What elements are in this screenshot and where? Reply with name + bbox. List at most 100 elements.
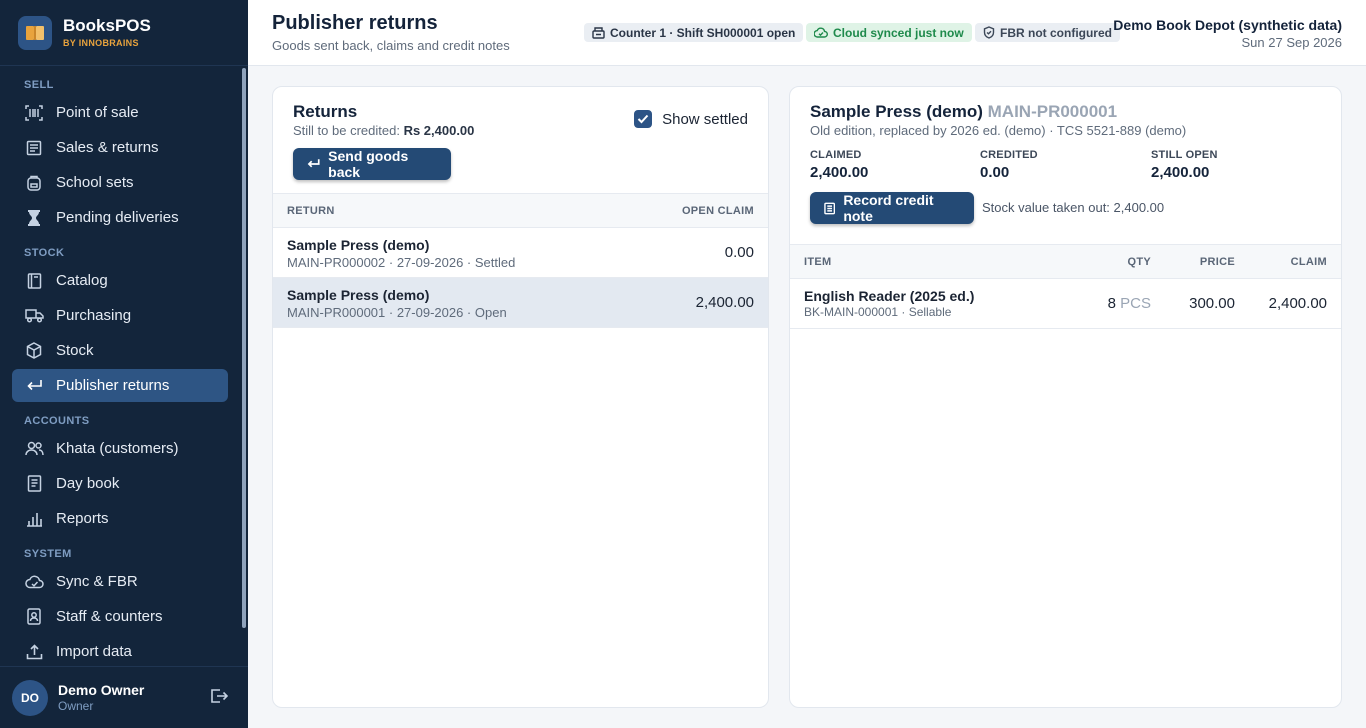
table-row-selected[interactable]: Sample Press (demo) MAIN-PR000001 · 27-0…: [273, 278, 768, 328]
sidebar-item-sync-fbr[interactable]: Sync & FBR: [12, 565, 228, 598]
col-return: RETURN: [287, 205, 335, 217]
sidebar-item-sales-returns[interactable]: Sales & returns: [12, 131, 228, 164]
sidebar-item-point-of-sale[interactable]: Point of sale: [12, 96, 228, 129]
detail-publisher: Sample Press (demo): [810, 102, 983, 121]
avatar[interactable]: DO: [12, 679, 48, 716]
detail-title: Sample Press (demo) MAIN-PR000001: [810, 102, 1117, 122]
book-icon: [24, 271, 44, 291]
user-role: Owner: [58, 699, 94, 713]
detail-subtitle: Old edition, replaced by 2026 ed. (demo)…: [810, 123, 1187, 138]
item-meta: BK-MAIN-000001 · Sellable: [804, 305, 952, 319]
sidebar-scrollbar[interactable]: [242, 68, 246, 628]
returns-panel: Returns Still to be credited: Rs 2,400.0…: [272, 86, 769, 708]
return-meta: MAIN-PR000002 · 27-09-2026 · Settled: [287, 255, 516, 270]
returns-outstanding: Still to be credited: Rs 2,400.00: [293, 123, 474, 138]
sidebar-item-pending-deliveries[interactable]: Pending deliveries: [12, 201, 228, 234]
counter-status-badge[interactable]: Counter 1 · Shift SH000001 open: [584, 23, 804, 42]
truck-icon: [24, 306, 44, 326]
document-icon: [824, 202, 836, 214]
stock-value-note: Stock value taken out: 2,400.00: [982, 200, 1165, 215]
stat-value: 2,400.00: [1151, 164, 1210, 181]
store-name: Demo Book Depot (synthetic data): [1113, 17, 1342, 33]
record-credit-note-label: Record credit note: [843, 192, 934, 224]
brand: BooksPOS BY INNOBRAINS: [0, 0, 248, 66]
sidebar-item-label: Stock: [56, 342, 94, 359]
nav-section-accounts: ACCOUNTS: [24, 415, 90, 427]
sidebar-item-khata[interactable]: Khata (customers): [12, 432, 228, 465]
cloud-check-icon: [814, 27, 828, 38]
checkmark-icon: [637, 114, 649, 124]
show-settled-checkbox[interactable]: [634, 110, 653, 128]
sidebar-item-purchasing[interactable]: Purchasing: [12, 299, 228, 332]
outstanding-label: Still to be credited:: [293, 123, 404, 138]
sidebar-item-import-data[interactable]: Import data: [12, 635, 228, 666]
nav-section-system: SYSTEM: [24, 548, 72, 560]
sidebar-item-stock[interactable]: Stock: [12, 334, 228, 367]
sidebar-item-label: Import data: [56, 643, 132, 660]
fbr-status-badge[interactable]: FBR not configured: [975, 23, 1120, 42]
table-row[interactable]: English Reader (2025 ed.) BK-MAIN-000001…: [790, 279, 1341, 329]
brand-name: BooksPOS: [63, 16, 151, 35]
page-title: Publisher returns: [272, 12, 438, 34]
box-icon: [24, 341, 44, 361]
backpack-icon: [24, 173, 44, 193]
stat-label: CLAIMED: [810, 149, 862, 161]
sidebar-item-day-book[interactable]: Day book: [12, 467, 228, 500]
sidebar-item-label: School sets: [56, 174, 134, 191]
return-arrow-icon: [307, 159, 320, 168]
sidebar-item-label: Purchasing: [56, 307, 132, 324]
stat-label: STILL OPEN: [1151, 149, 1218, 161]
current-date: Sun 27 Sep 2026: [1241, 35, 1342, 50]
return-meta: MAIN-PR000001 · 27-09-2026 · Open: [287, 305, 507, 320]
cloud-sync-icon: [24, 572, 44, 592]
qty-unit: PCS: [1120, 295, 1151, 312]
stat-claimed: CLAIMED 2,400.00: [810, 149, 868, 181]
return-open-claim: 0.00: [724, 244, 754, 261]
counter-status-text: Counter 1 · Shift SH000001 open: [610, 25, 796, 40]
hourglass-icon: [24, 208, 44, 228]
record-credit-note-button[interactable]: Record credit note: [810, 192, 974, 224]
bar-chart-icon: [24, 509, 44, 529]
id-badge-icon: [24, 607, 44, 627]
user-name: Demo Owner: [58, 682, 145, 698]
show-settled-label: Show settled: [662, 110, 748, 128]
register-icon: [592, 26, 605, 39]
sidebar-item-catalog[interactable]: Catalog: [12, 264, 228, 297]
users-icon: [24, 439, 44, 459]
return-arrow-icon: [24, 376, 44, 396]
send-goods-back-label: Send goods back: [328, 148, 409, 180]
item-price: 300.00: [1189, 295, 1235, 312]
sidebar-item-staff-counters[interactable]: Staff & counters: [12, 600, 228, 633]
sidebar-item-label: Staff & counters: [56, 608, 163, 625]
sidebar-item-label: Reports: [56, 510, 109, 527]
outstanding-amount: Rs 2,400.00: [403, 123, 475, 138]
page-header: Publisher returns Goods sent back, claim…: [248, 0, 1366, 66]
cloud-status-badge[interactable]: Cloud synced just now: [806, 23, 972, 42]
stat-value: 2,400.00: [810, 164, 869, 181]
books-logo-icon: [18, 15, 52, 50]
store-info: Demo Book Depot (synthetic data) Sun 27 …: [1113, 17, 1342, 50]
fbr-status-text: FBR not configured: [1000, 25, 1112, 40]
sidebar-item-label: Pending deliveries: [56, 209, 179, 226]
return-open-claim: 2,400.00: [695, 294, 754, 311]
stat-label: CREDITED: [980, 149, 1038, 161]
table-row[interactable]: Sample Press (demo) MAIN-PR000002 · 27-0…: [273, 228, 768, 278]
sidebar-item-label: Point of sale: [56, 104, 139, 121]
receipt-icon: [24, 138, 44, 158]
detail-code: MAIN-PR000001: [987, 102, 1118, 121]
return-publisher: Sample Press (demo): [287, 237, 430, 253]
sidebar-item-publisher-returns[interactable]: Publisher returns: [12, 369, 228, 402]
logout-icon[interactable]: [210, 688, 230, 708]
user-bar: DO Demo Owner Owner: [0, 666, 248, 728]
item-name: English Reader (2025 ed.): [804, 288, 975, 304]
send-goods-back-button[interactable]: Send goods back: [293, 148, 451, 180]
stat-value: 0.00: [980, 164, 1010, 181]
barcode-icon: [24, 103, 44, 123]
sidebar-item-label: Sync & FBR: [56, 573, 138, 590]
show-settled-toggle[interactable]: Show settled: [634, 110, 748, 128]
page-subtitle: Goods sent back, claims and credit notes: [272, 38, 510, 53]
item-claim: 2,400.00: [1268, 295, 1327, 312]
stat-credited: CREDITED 0.00: [980, 149, 1038, 181]
sidebar-item-school-sets[interactable]: School sets: [12, 166, 228, 199]
sidebar-item-reports[interactable]: Reports: [12, 502, 228, 535]
